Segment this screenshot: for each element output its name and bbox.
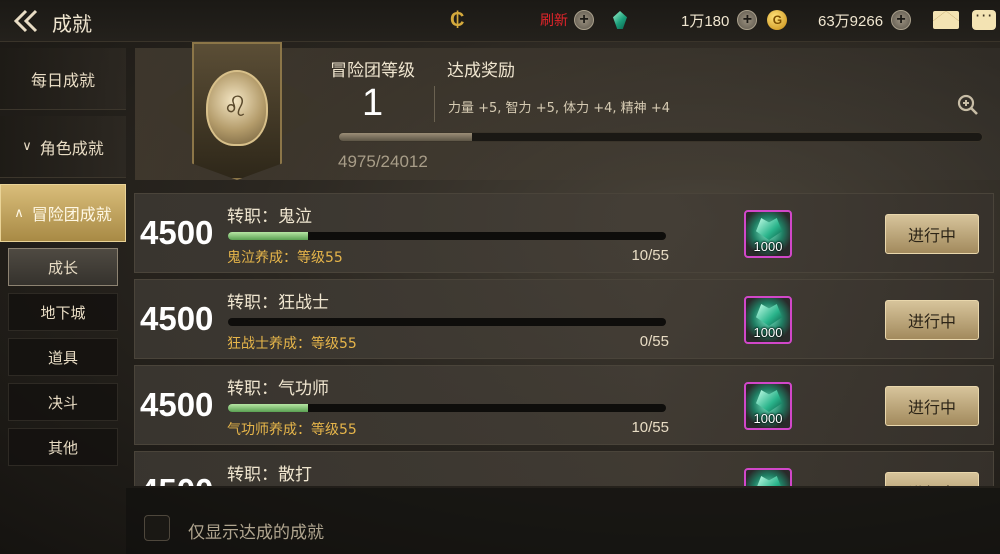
quest-progress-bar	[228, 404, 666, 412]
sidebar-item-label: 角色成就	[39, 138, 104, 158]
gem-icon-wrap	[613, 8, 627, 32]
back-button[interactable]	[10, 6, 44, 36]
quest-title: 转职：气功师	[227, 379, 329, 399]
gold-coin-icon: G	[767, 10, 788, 30]
sidebar-item-label: 每日成就	[30, 70, 95, 90]
back-arrow-icon	[13, 9, 38, 33]
crystal-icon	[756, 390, 782, 412]
gem-icon	[613, 11, 627, 29]
crystal-icon	[756, 218, 782, 240]
exp-progress-fill	[339, 133, 473, 141]
quest-points: 4500	[140, 214, 214, 251]
currency-1-plus-button[interactable]: +	[737, 10, 758, 30]
status-button[interactable]: 进行中	[885, 472, 979, 486]
subtab-label: 决斗	[47, 393, 78, 412]
subtab-label: 道具	[47, 348, 78, 367]
lion-medal-icon	[206, 70, 268, 146]
quest-row: 4500 转职：散打 进行中	[134, 451, 994, 486]
level-value: 1	[362, 82, 384, 124]
reward-item-icon[interactable]: 1000	[744, 382, 792, 430]
status-button[interactable]: 进行中	[885, 386, 979, 426]
exp-text: 4975/24012	[338, 152, 428, 171]
sidebar-item-label: 冒险团成就	[31, 205, 112, 224]
reward-label: 达成奖励	[447, 61, 515, 81]
quest-row: 4500 转职：气功师 气功师养成：等级55 10/55 1000 进行中	[134, 365, 994, 445]
reward-quantity: 1000	[753, 325, 783, 340]
reward-quantity: 1000	[753, 239, 783, 254]
chat-icon[interactable]	[972, 6, 996, 30]
quest-progress-fill	[228, 404, 308, 412]
quest-progress-bar	[228, 232, 666, 240]
quest-title: 转职：鬼泣	[227, 207, 312, 227]
subtab-growth[interactable]: 成长	[8, 248, 118, 286]
mail-icon[interactable]	[933, 11, 959, 29]
reward-item-icon[interactable]: 1000	[744, 296, 792, 344]
zoom-in-button[interactable]	[955, 92, 981, 118]
currency-2-amount: 63万9266	[818, 12, 884, 30]
refresh-label: 刷新	[540, 12, 568, 28]
chevron-down-icon: ∨	[22, 139, 32, 154]
quest-count: 0/55	[639, 333, 669, 350]
c-currency-icon: ₵	[450, 8, 465, 31]
subtab-duel[interactable]: 决斗	[8, 383, 118, 421]
quest-points: 4500	[140, 386, 214, 423]
reward-item-icon[interactable]: 1000	[744, 210, 792, 258]
quest-title: 转职：狂战士	[227, 293, 329, 313]
reward-quantity: 1000	[753, 411, 783, 426]
subtab-other[interactable]: 其他	[8, 428, 118, 466]
page-title: 成就	[52, 14, 92, 36]
crystal-icon	[756, 304, 782, 326]
level-label: 冒险团等级	[330, 61, 415, 81]
quest-condition: 气功师养成：等级55	[227, 422, 357, 438]
quest-row: 4500 转职：狂战士 狂战士养成：等级55 0/55 1000 进行中	[134, 279, 994, 359]
achieved-only-label: 仅显示达成的成就	[188, 523, 324, 543]
achieved-only-checkbox[interactable]	[144, 515, 170, 541]
currency-1-amount: 1万180	[681, 12, 730, 30]
crystal-icon	[756, 476, 782, 486]
quest-condition: 鬼泣养成：等级55	[227, 250, 343, 266]
zoom-in-icon	[957, 94, 978, 115]
quest-list[interactable]: 4500 转职：鬼泣 鬼泣养成：等级55 10/55 1000 进行中 4500…	[132, 190, 1000, 486]
top-bar: 成就 ₵ 刷新 + 1万180 + G 63万9266 +	[0, 0, 1000, 42]
subtab-label: 地下城	[40, 303, 86, 322]
currency-2-plus-button[interactable]: +	[891, 10, 912, 30]
status-button[interactable]: 进行中	[885, 214, 979, 254]
quest-count: 10/55	[631, 247, 669, 264]
quest-row: 4500 转职：鬼泣 鬼泣养成：等级55 10/55 1000 进行中	[134, 193, 994, 273]
currency-2: 63万9266 +	[818, 8, 912, 32]
subtab-item[interactable]: 道具	[8, 338, 118, 376]
reward-item-icon[interactable]	[744, 468, 792, 486]
quest-title: 转职：散打	[227, 465, 312, 485]
subtab-label: 成长	[47, 258, 78, 277]
refresh-group: 刷新 +	[540, 8, 594, 32]
quest-progress-bar	[228, 318, 666, 326]
sidebar-item-character[interactable]: ∨ 角色成就	[0, 116, 126, 178]
quest-progress-fill	[228, 232, 308, 240]
quest-count: 10/55	[631, 419, 669, 436]
currency-1: 1万180 + G	[681, 8, 788, 32]
exp-progress-bar	[338, 132, 983, 142]
quest-points: 4500	[140, 472, 213, 486]
refresh-plus-button[interactable]: +	[574, 10, 594, 30]
quest-condition: 狂战士养成：等级55	[227, 336, 357, 352]
quest-points: 4500	[140, 300, 214, 337]
subtab-label: 其他	[47, 438, 78, 457]
divider	[434, 86, 435, 122]
chevron-up-icon: ∧	[14, 205, 24, 221]
subtab-dungeon[interactable]: 地下城	[8, 293, 118, 331]
sidebar-item-daily[interactable]: 每日成就	[0, 48, 126, 110]
sidebar: 每日成就 ∨ 角色成就 ∧ 冒险团成就 成长 地下城 道具 决斗 其他	[0, 42, 126, 554]
reward-text: 力量 +5, 智力 +5, 体力 +4, 精神 +4	[448, 101, 670, 116]
sidebar-item-adventure[interactable]: ∧ 冒险团成就	[0, 184, 126, 242]
status-button[interactable]: 进行中	[885, 300, 979, 340]
